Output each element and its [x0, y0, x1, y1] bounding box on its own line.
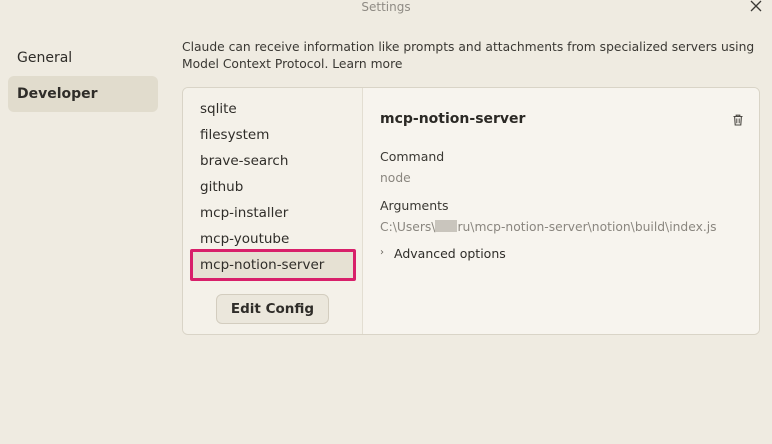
- window-title: Settings: [361, 0, 411, 14]
- intro-text: Claude can receive information like prom…: [182, 39, 762, 73]
- redacted-username: [435, 220, 458, 232]
- edit-config-button[interactable]: Edit Config: [216, 294, 329, 324]
- server-item-mcp-notion-server[interactable]: mcp-notion-server: [191, 252, 355, 278]
- server-list: sqlite filesystem brave-search github mc…: [183, 88, 363, 334]
- nav-item-general[interactable]: General: [8, 40, 158, 76]
- advanced-options-label: Advanced options: [394, 246, 506, 261]
- learn-more-link[interactable]: Learn more: [332, 57, 402, 71]
- server-item-brave-search[interactable]: brave-search: [191, 148, 355, 174]
- nav-item-developer[interactable]: Developer: [8, 76, 158, 112]
- title-bar: Settings: [0, 0, 772, 16]
- intro-description: Claude can receive information like prom…: [182, 40, 755, 71]
- delete-server-button[interactable]: [731, 112, 745, 126]
- arguments-value: C:\Users\ ru\mcp-notion-server\notion\bui…: [380, 220, 717, 234]
- advanced-options-toggle[interactable]: › Advanced options: [380, 246, 506, 261]
- server-item-sqlite[interactable]: sqlite: [191, 96, 355, 122]
- chevron-right-icon: ›: [380, 247, 384, 258]
- arguments-prefix: C:\Users\: [380, 220, 436, 234]
- settings-nav: General Developer: [8, 40, 158, 112]
- server-item-mcp-installer[interactable]: mcp-installer: [191, 200, 355, 226]
- server-details: mcp-notion-server Command node Arguments…: [363, 88, 759, 334]
- server-title: mcp-notion-server: [380, 111, 526, 127]
- mcp-servers-panel: sqlite filesystem brave-search github mc…: [182, 87, 760, 335]
- arguments-label: Arguments: [380, 198, 449, 213]
- close-button[interactable]: [748, 0, 764, 15]
- server-item-github[interactable]: github: [191, 174, 355, 200]
- close-icon: [750, 0, 762, 12]
- command-value: node: [380, 171, 411, 185]
- command-label: Command: [380, 149, 445, 164]
- trash-icon: [733, 114, 743, 126]
- server-item-filesystem[interactable]: filesystem: [191, 122, 355, 148]
- arguments-suffix: ru\mcp-notion-server\notion\build\index.…: [457, 220, 717, 234]
- server-item-mcp-youtube[interactable]: mcp-youtube: [191, 226, 355, 252]
